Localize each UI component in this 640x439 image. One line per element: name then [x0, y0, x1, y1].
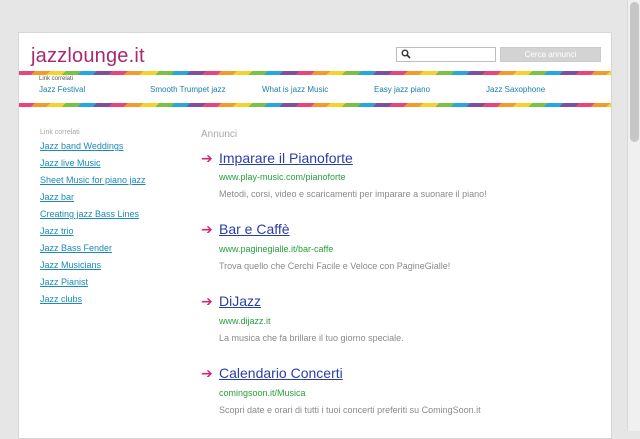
scrollbar-thumb[interactable]	[630, 2, 639, 142]
sidebar-link[interactable]: Jazz live Music	[40, 158, 101, 168]
ad-title-link[interactable]: Imparare il Pianoforte	[219, 150, 353, 166]
page-container: jazzlounge.it Cerca annunci Link correla…	[18, 32, 612, 439]
ad-url[interactable]: www.paginegialle.it/bar-caffe	[219, 244, 333, 254]
search-input[interactable]	[415, 48, 493, 61]
ad-description: La musica che fa brillare il tuo giorno …	[219, 333, 404, 343]
ad-url[interactable]: www.dijazz.it	[219, 316, 271, 326]
nav-stripe-top	[19, 71, 611, 75]
ad-title-link[interactable]: Bar e Caffè	[219, 221, 290, 237]
ad-description: Metodi, corsi, video e scaricamenti per …	[219, 189, 487, 199]
sidebar-link[interactable]: Jazz Pianist	[40, 277, 88, 287]
ad-url[interactable]: comingsoon.it/Musica	[219, 388, 306, 398]
search-icon	[401, 49, 411, 59]
arrow-right-icon: ➔	[201, 293, 213, 309]
sidebar-link[interactable]: Jazz Bass Fender	[40, 243, 112, 253]
nav-item-easy-jazz-piano[interactable]: Easy jazz piano	[374, 85, 430, 94]
sidebar-link[interactable]: Jazz trio	[40, 226, 74, 236]
ad-title-link[interactable]: DiJazz	[219, 293, 261, 309]
vertical-scrollbar[interactable]	[627, 0, 640, 431]
nav-stripe-bottom	[19, 103, 611, 107]
ad-description: Trova quello che Cerchi Facile e Veloce …	[219, 261, 451, 271]
nav-item-jazz-festival[interactable]: Jazz Festival	[39, 85, 85, 94]
ad-title-link[interactable]: Calendario Concerti	[219, 365, 343, 381]
sidebar-link[interactable]: Jazz clubs	[40, 294, 82, 304]
nav-item-smooth-trumpet[interactable]: Smooth Trumpet jazz	[150, 85, 226, 94]
arrow-right-icon: ➔	[201, 221, 213, 237]
sidebar-link[interactable]: Sheet Music for piano jazz	[40, 175, 146, 185]
sidebar-link[interactable]: Jazz Musicians	[40, 260, 101, 270]
search-button[interactable]: Cerca annunci	[500, 47, 601, 62]
nav-item-jazz-saxophone[interactable]: Jazz Saxophone	[486, 85, 545, 94]
sidebar-link[interactable]: Jazz band Weddings	[40, 141, 123, 151]
sidebar-link[interactable]: Jazz bar	[40, 192, 74, 202]
arrow-right-icon: ➔	[201, 150, 213, 166]
nav-item-what-is-jazz[interactable]: What is jazz Music	[262, 85, 328, 94]
nav-label: Link correlati	[39, 76, 74, 82]
sidebar-link[interactable]: Creating jazz Bass Lines	[40, 209, 139, 219]
arrow-right-icon: ➔	[201, 365, 213, 381]
ad-description: Scopri date e orari di tutti i tuoi conc…	[219, 405, 481, 415]
ad-url[interactable]: www.play-music.com/pianoforte	[219, 172, 346, 182]
sidebar-title: Link correlati	[40, 129, 80, 136]
site-logo[interactable]: jazzlounge.it	[31, 45, 145, 68]
search-box[interactable]	[396, 47, 496, 62]
ads-title: Annunci	[201, 129, 238, 140]
